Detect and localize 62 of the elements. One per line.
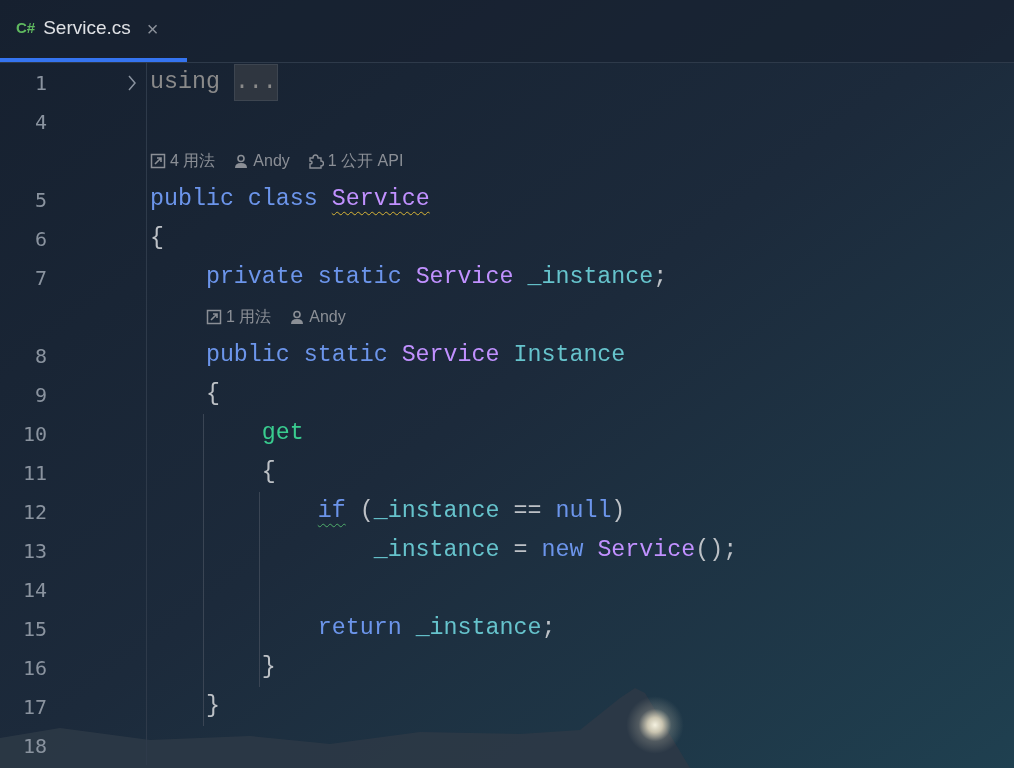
code-token: ; xyxy=(653,263,668,293)
code-token: } xyxy=(205,692,220,722)
code-vision-hint[interactable]: 4 用法 xyxy=(170,148,216,173)
editor-tab[interactable]: C# Service.cs × xyxy=(0,0,187,62)
code-token: return xyxy=(317,614,403,644)
code-token: private static xyxy=(205,263,403,293)
code-token: using xyxy=(150,68,221,98)
code-token: } xyxy=(261,653,276,683)
code-token: new xyxy=(541,536,585,566)
usages-icon xyxy=(150,152,166,169)
person-icon xyxy=(289,308,306,325)
code-token: { xyxy=(150,224,164,254)
code-token: Instance xyxy=(513,341,626,371)
folded-code-marker[interactable]: ... xyxy=(233,64,278,101)
code-token: Service xyxy=(401,341,501,371)
line-number: 4 xyxy=(33,108,47,136)
code-token: (); xyxy=(695,536,738,566)
code-vision-hint[interactable]: 1 公开 API xyxy=(327,148,404,173)
expand-chevron-icon[interactable] xyxy=(127,74,137,91)
line-number: 12 xyxy=(21,498,47,526)
tab-title: Service.cs xyxy=(43,16,131,41)
line-number: 5 xyxy=(33,186,47,214)
line-number: 7 xyxy=(33,264,47,292)
person-icon xyxy=(233,152,250,169)
line-number: 6 xyxy=(33,225,47,253)
line-number: 17 xyxy=(21,693,47,721)
code-token: if xyxy=(317,497,346,527)
puzzle-icon xyxy=(307,152,324,169)
line-number: 11 xyxy=(21,459,47,487)
code-token: Service xyxy=(415,263,515,293)
csharp-file-icon: C# xyxy=(16,17,36,40)
code-token: public static xyxy=(205,341,389,371)
code-token: == xyxy=(512,497,543,527)
line-number: 13 xyxy=(21,537,47,565)
code-token: { xyxy=(205,380,220,410)
line-number: 15 xyxy=(21,615,47,643)
line-number: 1 xyxy=(33,69,47,97)
code-token: _instance xyxy=(373,497,500,527)
code-token: Service xyxy=(331,185,430,215)
line-number: 8 xyxy=(33,342,47,370)
usages-icon xyxy=(205,308,222,325)
code-vision-hint[interactable]: Andy xyxy=(309,304,346,329)
code-token: ; xyxy=(541,614,556,644)
code-token: ( xyxy=(358,497,374,527)
line-number: 18 xyxy=(21,732,47,760)
code-token: _instance xyxy=(527,263,654,293)
code-token: = xyxy=(512,536,529,566)
code-token: Service xyxy=(597,536,696,566)
code-token: _instance xyxy=(373,536,500,566)
line-number: 14 xyxy=(21,576,47,604)
code-vision-hint[interactable]: 1 用法 xyxy=(225,304,272,329)
code-token: get xyxy=(261,419,304,449)
line-number: 9 xyxy=(33,381,47,409)
code-token: { xyxy=(261,458,276,488)
code-token: null xyxy=(555,497,612,527)
line-number: 10 xyxy=(21,420,47,448)
close-icon[interactable]: × xyxy=(146,13,159,44)
code-token: public class xyxy=(150,185,319,215)
code-vision-hint[interactable]: Andy xyxy=(253,148,290,173)
code-token: ) xyxy=(611,497,626,527)
code-token: _instance xyxy=(415,614,542,644)
line-number: 16 xyxy=(21,654,47,682)
